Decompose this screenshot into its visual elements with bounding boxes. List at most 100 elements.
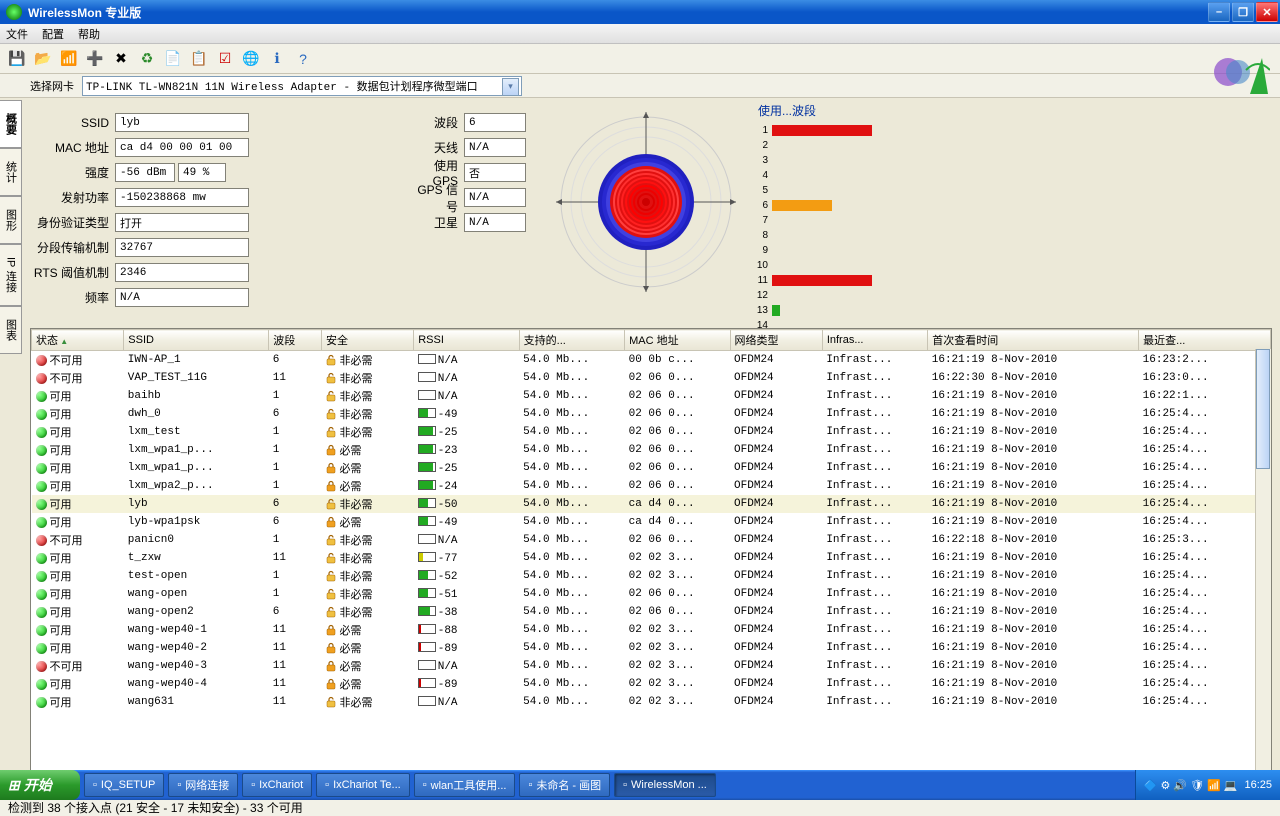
ap-row[interactable]: 可用dwh_06非必需-4954.0 Mb...02 06 0...OFDM24… [32,405,1271,423]
field-strength: -56 dBm [115,163,175,182]
taskbar-item[interactable]: ▫IQ_SETUP [84,773,164,797]
maximize-button[interactable]: ❐ [1232,2,1254,22]
taskbar-item[interactable]: ▫未命名 - 画图 [519,773,610,797]
menu-file[interactable]: 文件 [6,26,28,42]
window-title: WirelessMon 专业版 [28,4,1208,21]
close-button[interactable]: ✕ [1256,2,1278,22]
gps-fields: 波段6 天线N/A 使用 GPS否 GPS 信号N/A 卫星N/A [408,102,538,322]
field-satellite: N/A [464,213,526,232]
ap-row[interactable]: 可用wang-wep40-211必需-8954.0 Mb...02 02 3..… [32,639,1271,657]
tray-icon[interactable]: 📶 [1207,779,1221,792]
ap-row[interactable]: 可用t_zxw11非必需-7754.0 Mb...02 02 3...OFDM2… [32,549,1271,567]
taskbar-item[interactable]: ▫wlan工具使用... [414,773,516,797]
taskbar: ⊞开始 ▫IQ_SETUP▫网络连接▫IxChariot▫IxChariot T… [0,770,1280,800]
field-freq: N/A [115,288,249,307]
column-header[interactable]: 状态 [32,330,124,351]
tray-icon[interactable]: 🔊 [1173,779,1187,792]
signal-radar [556,102,736,302]
log-icon[interactable]: 📄 [162,48,184,70]
ap-row[interactable]: 不可用wang-wep40-311必需N/A54.0 Mb...02 02 3.… [32,657,1271,675]
field-antenna: N/A [464,138,526,157]
add-ap-icon[interactable]: ➕ [84,48,106,70]
side-tabs: 概要 统计 图形 IP 连接 图表 [0,98,22,796]
tab-graph[interactable]: 图形 [0,196,22,244]
system-tray[interactable]: 🔷 ⚙ 🔊 🛡 📶 💻 16:25 [1135,770,1280,800]
clock: 16:25 [1244,779,1272,791]
ap-row[interactable]: 可用lyb-wpa1psk6必需-4954.0 Mb...ca d4 0...O… [32,513,1271,531]
column-header[interactable]: 最近查... [1139,330,1271,351]
field-band: 6 [464,113,526,132]
adapter-select[interactable]: TP-LINK TL-WN821N 11N Wireless Adapter -… [82,76,522,96]
column-header[interactable]: 支持的... [519,330,624,351]
column-header[interactable]: 波段 [269,330,322,351]
globe-icon[interactable]: 🌐 [240,48,262,70]
help-icon[interactable]: ? [292,48,314,70]
ap-row[interactable]: 可用wang-open26非必需-3854.0 Mb...02 06 0...O… [32,603,1271,621]
gauge-icon[interactable]: 📶 [58,48,80,70]
menu-help[interactable]: 帮助 [78,26,100,42]
column-header[interactable]: 网络类型 [730,330,822,351]
ap-row[interactable]: 不可用IWN-AP_16非必需N/A54.0 Mb...00 0b c...OF… [32,351,1271,370]
column-header[interactable]: 安全 [321,330,413,351]
field-usegps: 否 [464,163,526,182]
remove-ap-icon[interactable]: ✖ [110,48,132,70]
tray-icon[interactable]: 🛡 [1190,779,1204,792]
field-ssid: lyb [115,113,249,132]
channel-usage: 使用...波段 1234567891011121314 [754,102,974,322]
column-header[interactable]: Infras... [822,330,927,351]
column-header[interactable]: 首次查看时间 [928,330,1139,351]
tab-summary[interactable]: 概要 [0,100,22,148]
field-txpower: -150238868 mw [115,188,249,207]
field-strength-pct: 49 % [178,163,226,182]
ap-row[interactable]: 可用lxm_wpa1_p...1必需-2354.0 Mb...02 06 0..… [32,441,1271,459]
ap-row[interactable]: 可用lxm_wpa1_p...1必需-2554.0 Mb...02 06 0..… [32,459,1271,477]
taskbar-item[interactable]: ▫IxChariot [242,773,312,797]
ap-grid[interactable]: 状态SSID波段安全RSSI支持的...MAC 地址网络类型Infras...首… [30,328,1272,792]
ap-row[interactable]: 可用baihb1非必需N/A54.0 Mb...02 06 0...OFDM24… [32,387,1271,405]
vertical-scrollbar[interactable] [1255,349,1271,791]
column-header[interactable]: RSSI [414,330,519,351]
copy-icon[interactable]: 📋 [188,48,210,70]
start-button[interactable]: ⊞开始 [0,770,80,800]
minimize-button[interactable]: – [1208,2,1230,22]
toolbar: 💾 📂 📶 ➕ ✖ ♻ 📄 📋 ☑ 🌐 ℹ ? [0,44,1280,74]
menubar: 文件 配置 帮助 [0,24,1280,44]
ap-row[interactable]: 可用lxm_wpa2_p...1必需-2454.0 Mb...02 06 0..… [32,477,1271,495]
taskbar-item[interactable]: ▫WirelessMon ... [614,773,716,797]
ap-row[interactable]: 可用lxm_test1非必需-2554.0 Mb...02 06 0...OFD… [32,423,1271,441]
save-icon[interactable]: 💾 [6,48,28,70]
menu-config[interactable]: 配置 [42,26,64,42]
field-mac: ca d4 00 00 01 00 [115,138,249,157]
ap-row[interactable]: 不可用VAP_TEST_11G11非必需N/A54.0 Mb...02 06 0… [32,369,1271,387]
check-icon[interactable]: ☑ [214,48,236,70]
ap-row[interactable]: 可用test-open1非必需-5254.0 Mb...02 02 3...OF… [32,567,1271,585]
column-header[interactable]: MAC 地址 [625,330,730,351]
open-icon[interactable]: 📂 [32,48,54,70]
taskbar-item[interactable]: ▫IxChariot Te... [316,773,410,797]
field-gpssignal: N/A [464,188,526,207]
ap-row[interactable]: 可用wang-wep40-411必需-8954.0 Mb...02 02 3..… [32,675,1271,693]
field-frag: 32767 [115,238,249,257]
field-rts: 2346 [115,263,249,282]
field-auth: 打开 [115,213,249,232]
tray-icon[interactable]: ⚙ [1161,779,1171,792]
refresh-icon[interactable]: ♻ [136,48,158,70]
column-header[interactable]: SSID [124,330,269,351]
connection-fields: SSIDlyb MAC 地址ca d4 00 00 01 00 强度-56 dB… [30,102,390,322]
info-icon[interactable]: ℹ [266,48,288,70]
tray-icon[interactable]: 🔷 [1144,779,1158,792]
tab-stats[interactable]: 统计 [0,148,22,196]
window-titlebar: WirelessMon 专业版 – ❐ ✕ [0,0,1280,24]
ap-row[interactable]: 不可用panicn01非必需N/A54.0 Mb...02 06 0...OFD… [32,531,1271,549]
ap-row[interactable]: 可用wang-open1非必需-5154.0 Mb...02 06 0...OF… [32,585,1271,603]
adapter-label: 选择网卡 [30,78,74,94]
tab-chart[interactable]: 图表 [0,306,22,354]
tray-icon[interactable]: 💻 [1224,779,1238,792]
app-icon [6,4,22,20]
tab-ipconn[interactable]: IP 连接 [0,244,22,306]
ap-row[interactable]: 可用wang-wep40-111必需-8854.0 Mb...02 02 3..… [32,621,1271,639]
taskbar-item[interactable]: ▫网络连接 [168,773,238,797]
app-logo [1210,50,1270,94]
ap-row[interactable]: 可用wang63111非必需N/A54.0 Mb...02 02 3...OFD… [32,693,1271,711]
ap-row[interactable]: 可用lyb6非必需-5054.0 Mb...ca d4 0...OFDM24In… [32,495,1271,513]
